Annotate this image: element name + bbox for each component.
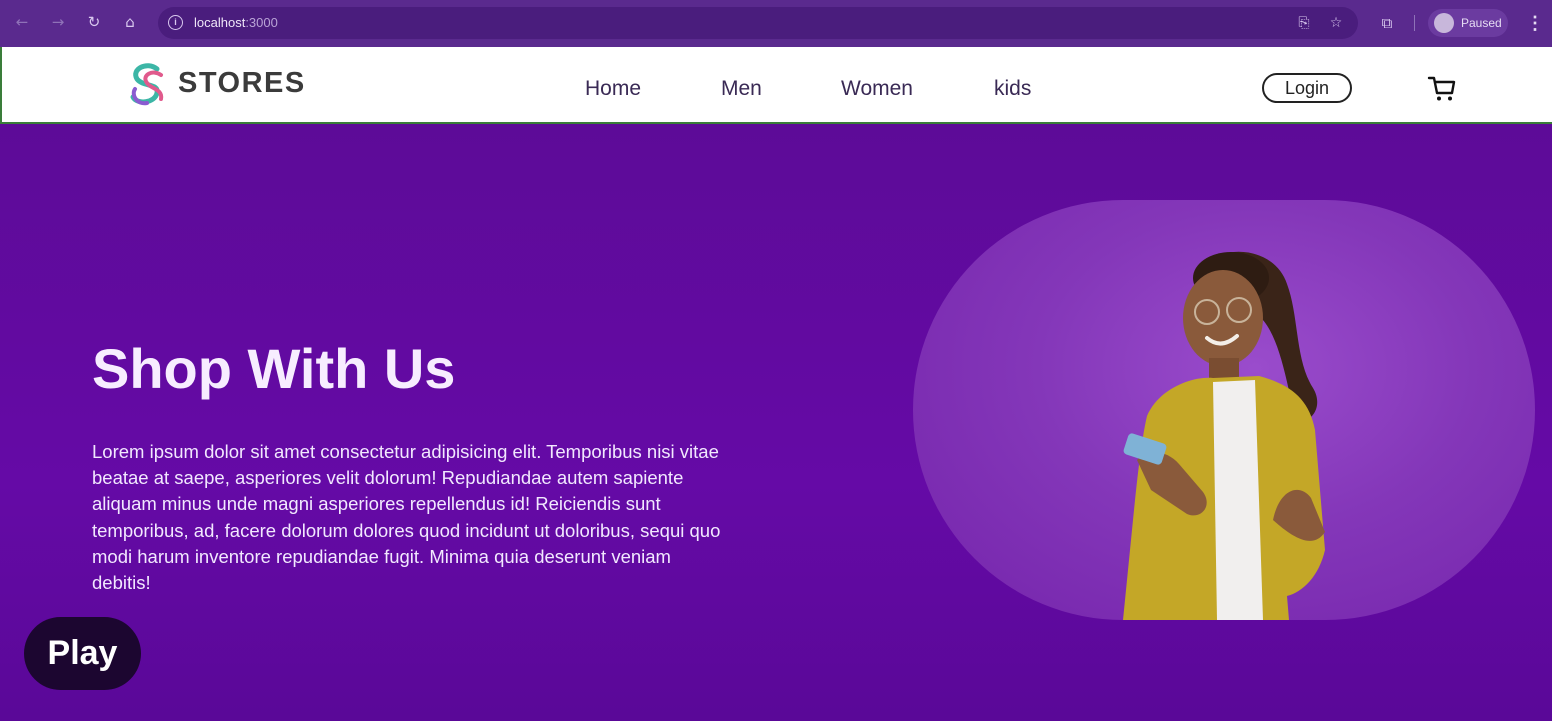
nav-link-home[interactable]: Home — [585, 77, 641, 101]
home-icon[interactable]: ⌂ — [120, 12, 140, 32]
hero-title: Shop With Us — [92, 337, 456, 400]
profile-label: Paused — [1461, 16, 1502, 30]
reload-icon[interactable]: ↻ — [84, 12, 104, 32]
install-icon[interactable]: ⎘ — [1294, 13, 1314, 33]
hero-section: Shop With Us Lorem ipsum dolor sit amet … — [0, 124, 1552, 721]
url-text[interactable]: localhost:3000 — [194, 15, 278, 30]
extensions-icon[interactable]: ⧉ — [1376, 12, 1398, 34]
login-button[interactable]: Login — [1262, 73, 1352, 103]
cart-icon[interactable] — [1427, 73, 1457, 103]
info-icon[interactable]: i — [168, 15, 183, 30]
profile-button[interactable]: Paused — [1428, 9, 1508, 37]
browser-toolbar: ← → ↻ ⌂ i localhost:3000 ⎘ ☆ ⧉ Paused ⋮ — [0, 0, 1552, 47]
address-bar[interactable]: i localhost:3000 ⎘ ☆ — [158, 7, 1358, 39]
url-port: :3000 — [245, 15, 278, 30]
nav-link-kids[interactable]: kids — [994, 77, 1031, 101]
hero-description: Lorem ipsum dolor sit amet consectetur a… — [92, 441, 721, 594]
brand-name[interactable]: STORES — [178, 67, 306, 100]
person-with-phone-illustration — [1123, 251, 1325, 620]
nav-link-men[interactable]: Men — [721, 77, 762, 101]
back-icon[interactable]: ← — [12, 12, 32, 32]
forward-icon[interactable]: → — [48, 12, 68, 32]
hero-image — [913, 200, 1535, 620]
toolbar-divider — [1414, 15, 1415, 31]
brand-logo-icon[interactable] — [127, 61, 169, 107]
avatar — [1434, 13, 1454, 33]
url-host: localhost — [194, 15, 246, 30]
play-button[interactable]: Play — [24, 617, 141, 690]
nav-link-women[interactable]: Women — [841, 77, 913, 101]
menu-icon[interactable]: ⋮ — [1526, 12, 1544, 34]
star-icon[interactable]: ☆ — [1326, 13, 1346, 33]
site-header: STORES Home Men Women kids Login — [0, 47, 1552, 124]
